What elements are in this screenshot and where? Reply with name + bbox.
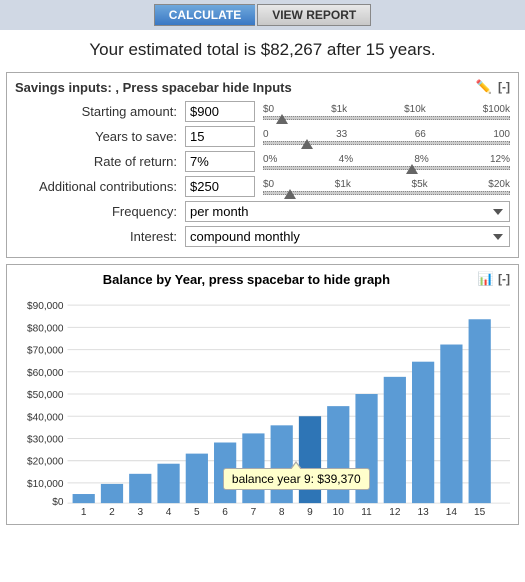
rate-of-return-input[interactable] (185, 151, 255, 172)
svg-text:14: 14 (446, 507, 458, 515)
rate-of-return-slider[interactable]: 0%4%8%12% (263, 154, 510, 170)
rate-of-return-label: Rate of return: (15, 154, 185, 169)
svg-text:$80,000: $80,000 (27, 323, 64, 334)
bar-2[interactable] (101, 484, 123, 503)
starting-amount-slider[interactable]: $0$1k$10k$100k (263, 104, 510, 120)
starting-amount-row: Starting amount: $0$1k$10k$100k (15, 101, 510, 122)
savings-header: Savings inputs: , Press spacebar hide In… (15, 79, 510, 95)
svg-text:10: 10 (333, 507, 345, 515)
bar-5[interactable] (186, 454, 208, 503)
bar-9[interactable] (299, 416, 321, 503)
collapse-icon[interactable]: [-] (498, 80, 510, 94)
starting-amount-slider-labels: $0$1k$10k$100k (263, 104, 510, 115)
interest-row: Interest: compound monthly compound year… (15, 226, 510, 247)
bar-10[interactable] (327, 406, 349, 503)
svg-text:$40,000: $40,000 (27, 412, 64, 423)
svg-text:4: 4 (166, 507, 172, 515)
bar-14[interactable] (440, 345, 462, 504)
bar-8[interactable] (271, 425, 293, 503)
additional-contributions-slider[interactable]: $0$1k$5k$20k (263, 179, 510, 195)
bar-chart-icon[interactable]: 📊 (478, 271, 494, 287)
svg-text:15: 15 (474, 507, 486, 515)
svg-text:9: 9 (307, 507, 313, 515)
svg-text:$10,000: $10,000 (27, 479, 64, 490)
rate-of-return-slider-labels: 0%4%8%12% (263, 154, 510, 165)
headline-text: Your estimated total is $82,267 after 15… (89, 40, 435, 59)
chart-title: Balance by Year, press spacebar to hide … (15, 272, 478, 287)
bar-7[interactable] (242, 433, 264, 503)
svg-text:6: 6 (222, 507, 228, 515)
calculate-button[interactable]: CALCULATE (154, 4, 255, 26)
starting-amount-track[interactable] (263, 116, 510, 120)
years-to-save-input[interactable] (185, 126, 255, 147)
svg-text:$0: $0 (52, 497, 64, 508)
additional-contributions-track[interactable] (263, 191, 510, 195)
starting-amount-input[interactable] (185, 101, 255, 122)
svg-text:1: 1 (81, 507, 87, 515)
svg-text:$70,000: $70,000 (27, 346, 64, 357)
years-to-save-thumb[interactable] (301, 139, 313, 149)
bar-6[interactable] (214, 443, 236, 504)
bar-11[interactable] (355, 394, 377, 503)
interest-select[interactable]: compound monthly compound yearly simple (185, 226, 510, 247)
savings-header-label: Savings inputs: , Press spacebar hide In… (15, 80, 292, 95)
svg-text:$50,000: $50,000 (27, 390, 64, 401)
chart-header: Balance by Year, press spacebar to hide … (15, 271, 510, 287)
edit-icon[interactable]: ✏️ (476, 79, 492, 95)
rate-of-return-thumb[interactable] (406, 164, 418, 174)
svg-text:8: 8 (279, 507, 285, 515)
additional-contributions-label: Additional contributions: (15, 179, 185, 194)
svg-text:11: 11 (361, 507, 372, 515)
rate-of-return-track[interactable] (263, 166, 510, 170)
bar-12[interactable] (384, 377, 406, 503)
years-to-save-track[interactable] (263, 141, 510, 145)
svg-text:12: 12 (389, 507, 401, 515)
svg-text:$60,000: $60,000 (27, 368, 64, 379)
chart-area: $90,000 $80,000 $70,000 $60,000 $50,000 … (15, 293, 510, 518)
interest-label: Interest: (15, 229, 185, 244)
years-to-save-row: Years to save: 03366100 (15, 126, 510, 147)
svg-text:$20,000: $20,000 (27, 457, 64, 468)
svg-text:2: 2 (109, 507, 115, 515)
svg-text:5: 5 (194, 507, 200, 515)
starting-amount-label: Starting amount: (15, 104, 185, 119)
bar-15[interactable] (469, 319, 491, 503)
frequency-label: Frequency: (15, 204, 185, 219)
svg-text:3: 3 (137, 507, 143, 515)
headline: Your estimated total is $82,267 after 15… (0, 30, 525, 68)
bar-chart-svg: $90,000 $80,000 $70,000 $60,000 $50,000 … (15, 293, 510, 515)
chart-collapse-icon[interactable]: [-] (498, 272, 510, 286)
savings-section: Savings inputs: , Press spacebar hide In… (6, 72, 519, 258)
years-to-save-slider[interactable]: 03366100 (263, 129, 510, 145)
bar-13[interactable] (412, 362, 434, 503)
bar-3[interactable] (129, 474, 151, 503)
bar-4[interactable] (157, 464, 179, 503)
chart-header-icons: 📊 [-] (478, 271, 510, 287)
svg-text:$30,000: $30,000 (27, 435, 64, 446)
chart-section: Balance by Year, press spacebar to hide … (6, 264, 519, 525)
svg-text:13: 13 (417, 507, 429, 515)
frequency-row: Frequency: per month per year (15, 201, 510, 222)
years-to-save-label: Years to save: (15, 129, 185, 144)
starting-amount-thumb[interactable] (276, 114, 288, 124)
frequency-select[interactable]: per month per year (185, 201, 510, 222)
toolbar: CALCULATE VIEW REPORT (0, 0, 525, 30)
view-report-button[interactable]: VIEW REPORT (257, 4, 371, 26)
bar-1[interactable] (73, 494, 95, 503)
svg-text:$90,000: $90,000 (27, 301, 64, 312)
additional-contributions-thumb[interactable] (284, 189, 296, 199)
savings-header-icons: ✏️ [-] (476, 79, 510, 95)
rate-of-return-row: Rate of return: 0%4%8%12% (15, 151, 510, 172)
additional-contributions-row: Additional contributions: $0$1k$5k$20k (15, 176, 510, 197)
additional-contributions-slider-labels: $0$1k$5k$20k (263, 179, 510, 190)
additional-contributions-input[interactable] (185, 176, 255, 197)
svg-text:7: 7 (251, 507, 257, 515)
